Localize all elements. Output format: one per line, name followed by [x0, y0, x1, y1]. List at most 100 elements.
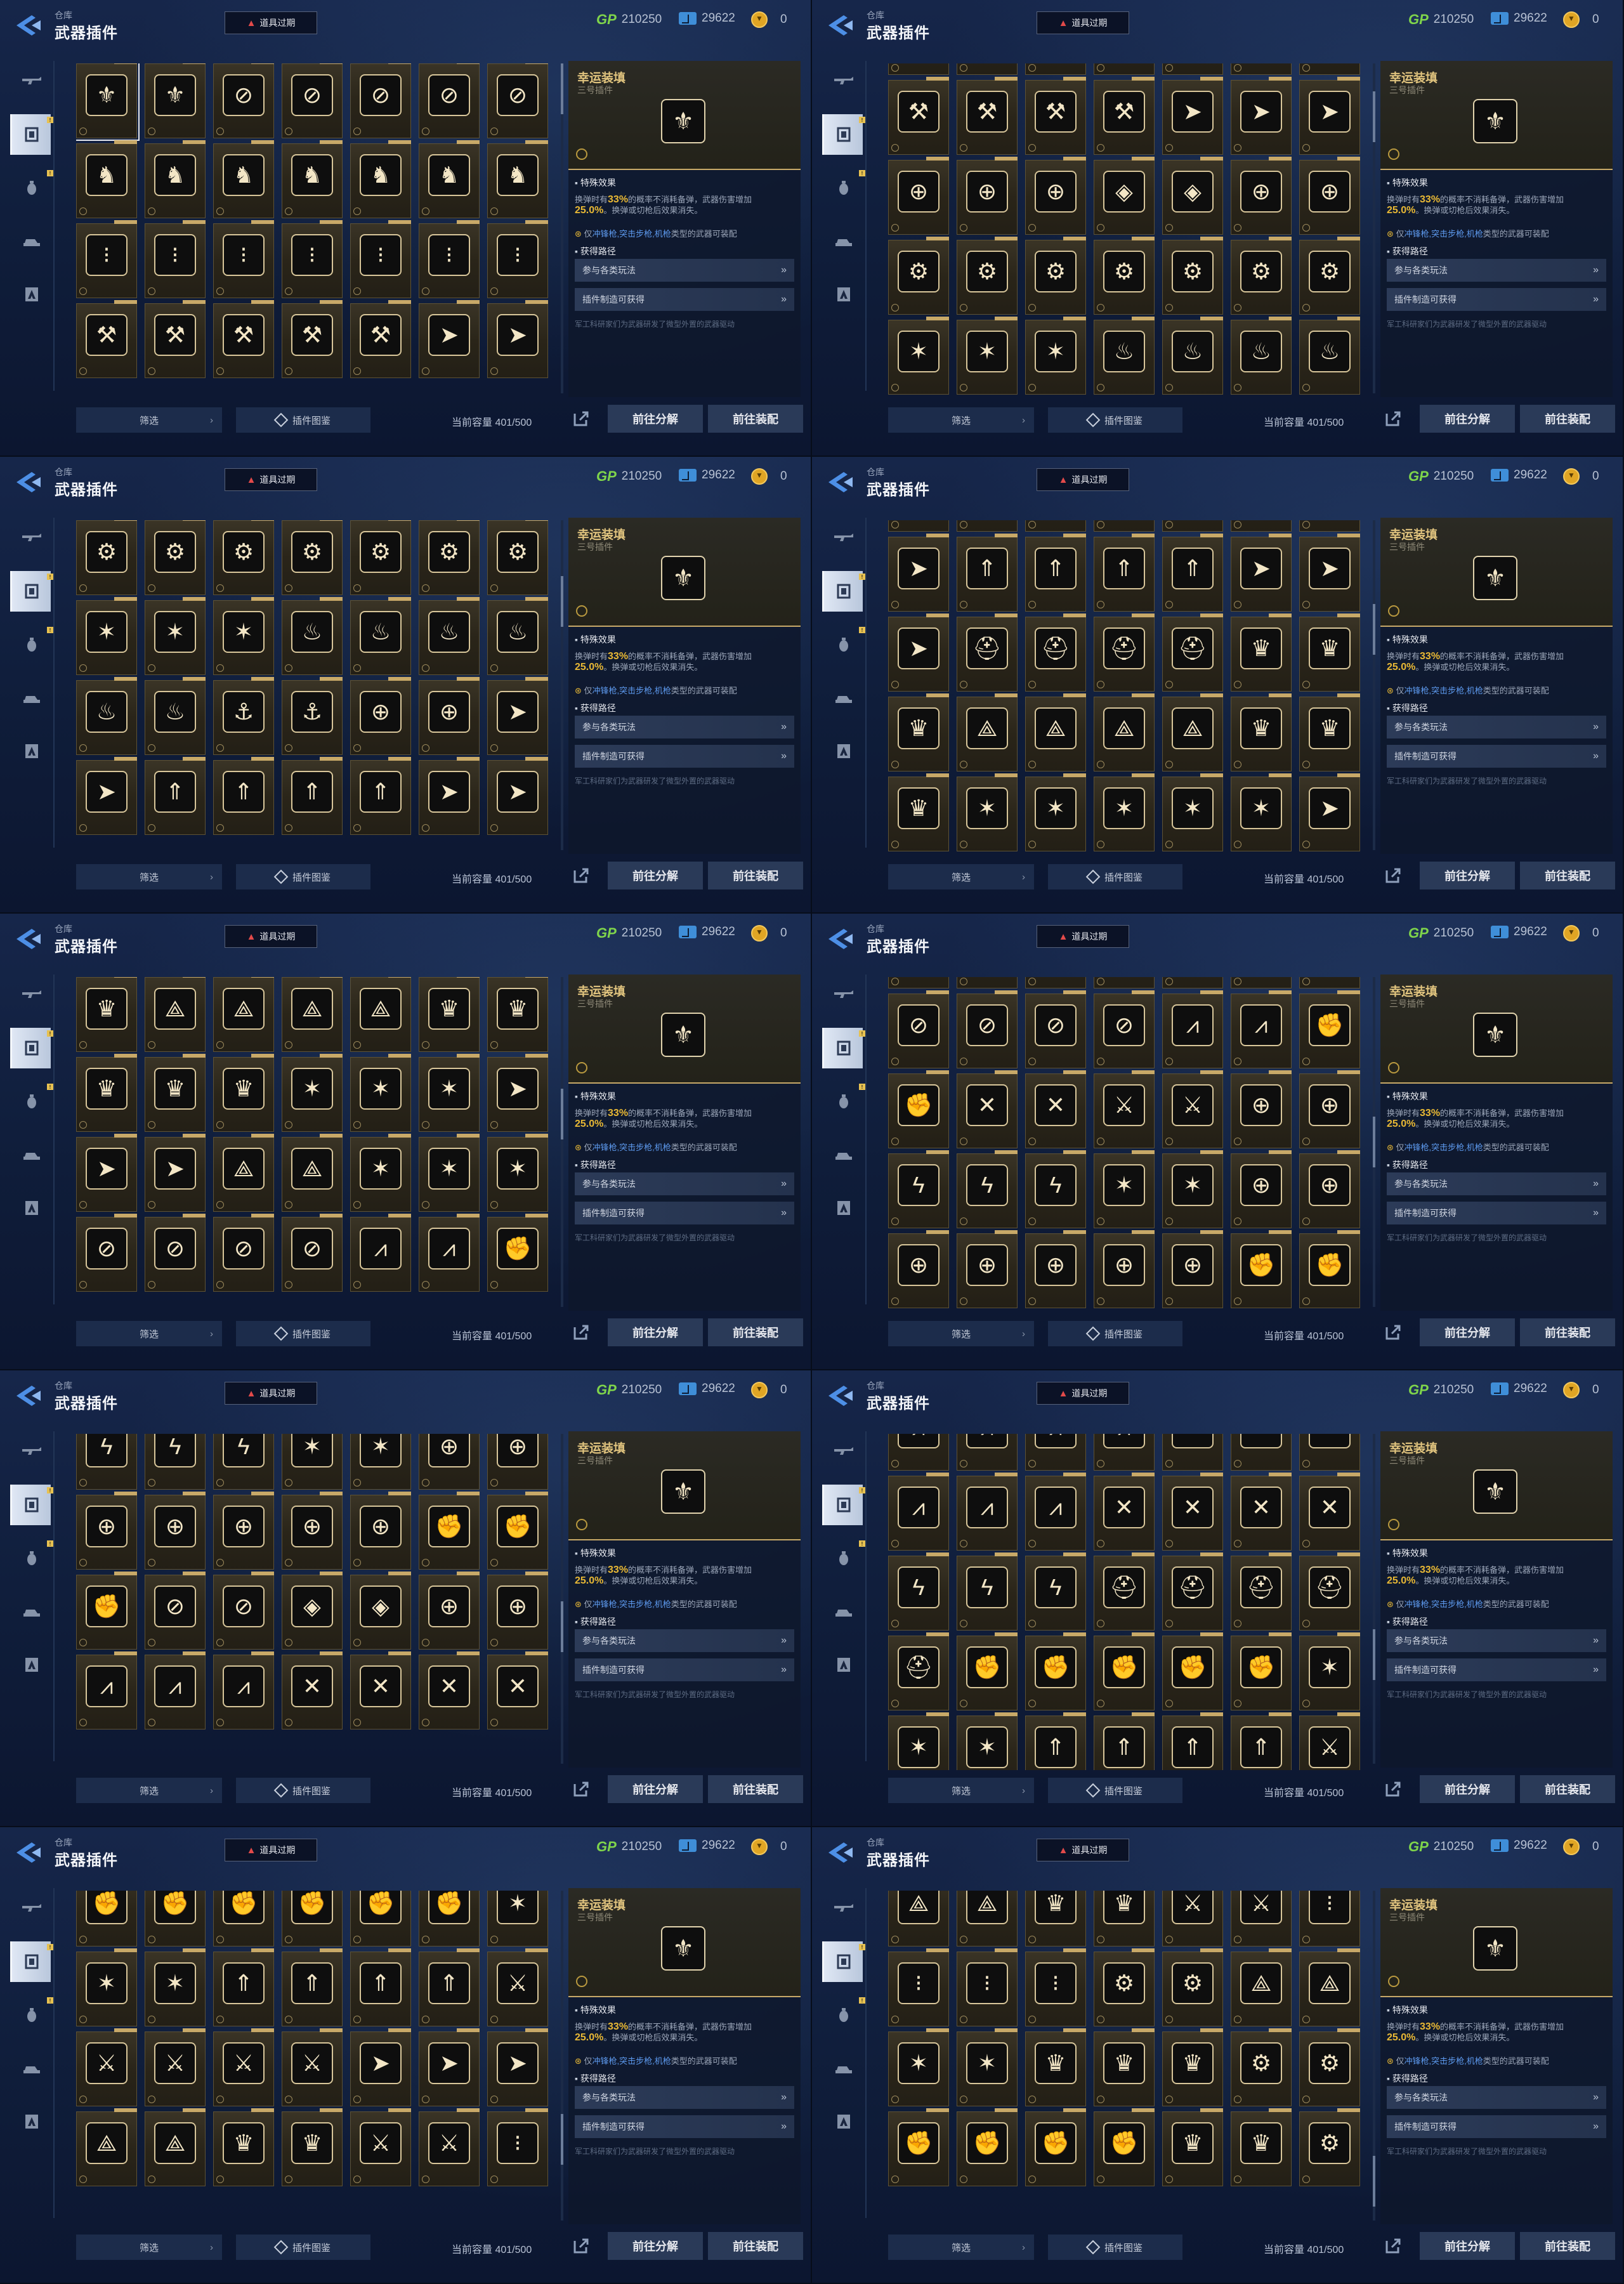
plugin-codex-button[interactable]: 插件图鉴 — [236, 1778, 370, 1803]
plugin-codex-button[interactable]: 插件图鉴 — [236, 864, 370, 889]
plugin-item[interactable]: ♨ — [1231, 520, 1292, 532]
plugin-item[interactable]: ➤ — [487, 2028, 548, 2106]
plugin-item[interactable]: ♨ — [487, 597, 548, 675]
plugin-grid-scrollbar[interactable] — [1373, 1434, 1375, 1764]
plugin-item[interactable]: ⩘ — [1025, 1473, 1086, 1551]
plugin-item[interactable]: ✶ — [957, 773, 1018, 851]
plugin-item[interactable]: ⊕ — [350, 1492, 411, 1570]
plugin-item[interactable]: ✊ — [888, 1070, 949, 1148]
plugin-item[interactable]: ⊘ — [282, 1214, 343, 1292]
tab-weapons[interactable] — [822, 1888, 863, 1929]
plugin-item[interactable]: ⊘ — [487, 63, 548, 138]
plugin-item[interactable]: ✶ — [1299, 1632, 1360, 1710]
plugin-item[interactable]: ✊ — [76, 1891, 137, 1946]
tab-throwables[interactable]: ! — [10, 1081, 53, 1122]
source-gameplay-button[interactable]: 参与各类玩法 » — [575, 716, 794, 738]
plugin-item[interactable]: ✶ — [1094, 773, 1155, 851]
tab-vehicles[interactable] — [10, 1134, 51, 1175]
plugin-item[interactable]: ⚙ — [957, 63, 1018, 75]
plugin-item[interactable]: ◈ — [1094, 157, 1155, 235]
plugin-item[interactable]: ♨ — [1094, 520, 1155, 532]
plugin-item[interactable]: ⚙ — [1231, 2028, 1292, 2106]
back-button[interactable] — [13, 13, 46, 38]
plugin-item[interactable]: ✊ — [350, 1891, 411, 1946]
plugin-item[interactable]: ⊕ — [419, 1434, 480, 1490]
plugin-item[interactable]: ⚒ — [957, 77, 1018, 155]
source-crafting-button[interactable]: 插件制造可获得 » — [575, 1202, 794, 1224]
plugin-item[interactable]: ✊ — [957, 1632, 1018, 1710]
plugin-codex-button[interactable]: 插件图鉴 — [1048, 2235, 1182, 2260]
dismantle-button[interactable]: 前往分解 — [608, 862, 703, 889]
plugin-item[interactable]: ♛ — [1094, 1891, 1155, 1946]
plugin-item[interactable]: ⊕ — [888, 157, 949, 235]
plugin-item[interactable]: ♞ — [487, 140, 548, 218]
tab-vehicles[interactable] — [10, 2048, 51, 2089]
plugin-grid-scrollbar[interactable] — [1373, 520, 1375, 850]
plugin-item[interactable]: ⚓ — [282, 677, 343, 755]
plugin-item[interactable]: ✊ — [213, 1891, 274, 1946]
tab-weapon-plugins[interactable]: ! — [822, 1485, 865, 1525]
plugin-item[interactable]: ✶ — [419, 1134, 480, 1212]
plugin-item[interactable]: ⇑ — [419, 1948, 480, 2026]
plugin-item[interactable]: ⟁ — [1162, 693, 1223, 771]
tab-emblems[interactable] — [822, 274, 863, 315]
plugin-item[interactable]: ⊕ — [1231, 1150, 1292, 1228]
plugin-item[interactable]: ⚒ — [350, 300, 411, 378]
plugin-item[interactable]: ⩘ — [957, 1473, 1018, 1551]
plugin-item[interactable]: ⚒ — [282, 300, 343, 378]
plugin-item[interactable]: ⊘ — [145, 1572, 206, 1650]
plugin-item[interactable]: ⚙ — [888, 237, 949, 315]
tab-weapon-plugins[interactable]: ! — [822, 571, 865, 612]
plugin-item[interactable]: ✕ — [1162, 1434, 1223, 1471]
back-button[interactable] — [13, 926, 46, 952]
plugin-item[interactable]: ♛ — [888, 773, 949, 851]
plugin-item[interactable]: ⊕ — [213, 1492, 274, 1570]
plugin-item[interactable]: ✊ — [76, 1572, 137, 1650]
tab-weapons[interactable] — [822, 1431, 863, 1472]
tab-throwables[interactable]: ! — [10, 1995, 53, 2035]
plugin-item[interactable]: ⚙ — [1231, 237, 1292, 315]
tab-weapons[interactable] — [822, 61, 863, 102]
plugin-item[interactable]: ⊕ — [1299, 157, 1360, 235]
plugin-item[interactable]: ♨ — [350, 597, 411, 675]
tab-weapon-plugins[interactable]: ! — [10, 1028, 53, 1068]
plugin-item[interactable]: ✶ — [350, 1134, 411, 1212]
plugin-item[interactable]: ⛑ — [1162, 614, 1223, 692]
equip-button[interactable]: 前往装配 — [1520, 862, 1615, 889]
plugin-item[interactable]: ♨ — [888, 520, 949, 532]
plugin-item[interactable]: ⚙ — [76, 520, 137, 595]
plugin-item[interactable]: ➤ — [419, 300, 480, 378]
equip-button[interactable]: 前往装配 — [1520, 2232, 1615, 2260]
plugin-item[interactable]: ➤ — [888, 534, 949, 612]
plugin-item[interactable]: ➤ — [419, 2028, 480, 2106]
tab-weapon-plugins[interactable]: ! — [10, 571, 53, 612]
plugin-item[interactable]: ⚔ — [1162, 1070, 1223, 1148]
tab-weapon-plugins[interactable]: ! — [822, 114, 865, 155]
plugin-item[interactable]: ⚙ — [1299, 237, 1360, 315]
plugin-item[interactable]: ⟁ — [282, 1134, 343, 1212]
plugin-item[interactable]: ✕ — [1094, 1473, 1155, 1551]
dismantle-button[interactable]: 前往分解 — [1420, 1775, 1515, 1803]
expired-items-button[interactable]: ▲ 道具过期 — [225, 925, 317, 948]
plugin-item[interactable]: ⚙ — [1094, 237, 1155, 315]
dismantle-button[interactable]: 前往分解 — [608, 2232, 703, 2260]
plugin-item[interactable]: ⊕ — [350, 677, 411, 755]
source-gameplay-button[interactable]: 参与各类玩法 » — [575, 259, 794, 282]
plugin-item[interactable]: ✊ — [1231, 1230, 1292, 1308]
plugin-item[interactable]: ϟ — [888, 1552, 949, 1631]
plugin-codex-button[interactable]: 插件图鉴 — [1048, 1321, 1182, 1346]
plugin-item[interactable]: ⊘ — [419, 63, 480, 138]
plugin-item[interactable]: ✶ — [1025, 773, 1086, 851]
plugin-item[interactable]: ⚔ — [213, 2028, 274, 2106]
tab-vehicles[interactable] — [822, 678, 863, 718]
plugin-item[interactable]: ➤ — [76, 757, 137, 835]
plugin-item[interactable]: ⇑ — [282, 1948, 343, 2026]
plugin-item[interactable]: ✶ — [888, 2028, 949, 2106]
plugin-item[interactable]: ♞ — [145, 140, 206, 218]
plugin-item[interactable]: ♛ — [1162, 2108, 1223, 2186]
plugin-item[interactable]: ✶ — [145, 597, 206, 675]
plugin-item[interactable]: ⚔ — [76, 2028, 137, 2106]
plugin-item[interactable]: ♛ — [1299, 693, 1360, 771]
plugin-item[interactable]: ⩘ — [1025, 1434, 1086, 1471]
plugin-item[interactable]: ⟁ — [1299, 1948, 1360, 2026]
